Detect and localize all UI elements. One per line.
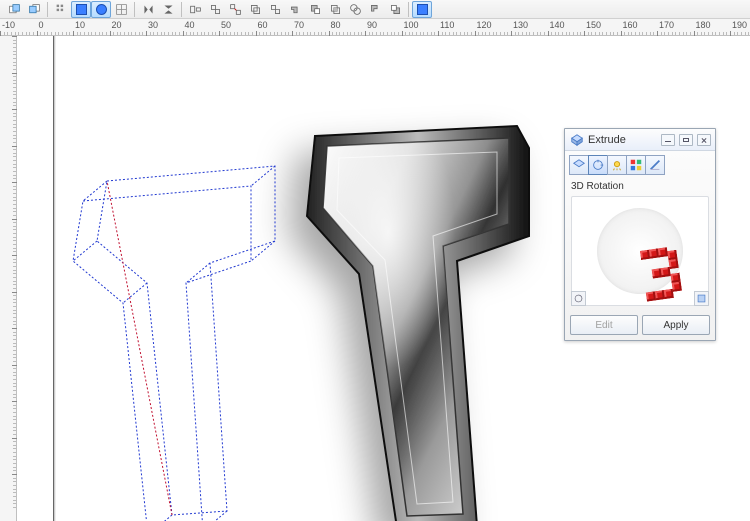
extrude-icon — [569, 132, 584, 147]
intersect-button[interactable] — [325, 1, 345, 18]
ungroup-button[interactable] — [225, 1, 245, 18]
extrude-camera-tab[interactable] — [569, 155, 589, 175]
flip-v-button[interactable] — [158, 1, 178, 18]
docker-expand-button[interactable] — [679, 134, 693, 146]
apply-button[interactable]: Apply — [642, 315, 710, 335]
combine-button[interactable] — [245, 1, 265, 18]
wireframe-seven-object[interactable] — [37, 131, 317, 521]
drawing-canvas[interactable]: Extrude 3D Rotation — [17, 36, 750, 521]
simplify-button[interactable] — [345, 1, 365, 18]
extrude-light-tab[interactable] — [607, 155, 627, 175]
extrude-rotation-tab[interactable] — [588, 155, 608, 175]
horizontal-ruler[interactable]: -100102030405060708090100110120130140150… — [0, 19, 750, 36]
snap-object-button[interactable] — [71, 1, 91, 18]
group-button[interactable] — [205, 1, 225, 18]
flip-h-button[interactable] — [138, 1, 158, 18]
square-icon — [417, 4, 428, 15]
snap-circle-button[interactable] — [91, 1, 111, 18]
circle-icon — [96, 4, 107, 15]
rotation-reset-button[interactable] — [694, 291, 709, 306]
docker-tabs — [565, 151, 715, 175]
toolbar-separator — [47, 2, 48, 17]
docker-minimize-button[interactable] — [661, 134, 675, 146]
toolbar-separator — [408, 2, 409, 17]
weld-button[interactable] — [285, 1, 305, 18]
options-button[interactable] — [412, 1, 432, 18]
extrude-docker: Extrude 3D Rotation — [564, 128, 716, 341]
trim-button[interactable] — [305, 1, 325, 18]
vertical-ruler[interactable] — [0, 36, 17, 521]
front-minus-button[interactable] — [365, 1, 385, 18]
snap-grid-button[interactable] — [51, 1, 71, 18]
back-minus-button[interactable] — [385, 1, 405, 18]
to-back-button[interactable] — [24, 1, 44, 18]
square-icon — [76, 4, 87, 15]
extrude-bevel-tab[interactable] — [645, 155, 665, 175]
toolbar-separator — [134, 2, 135, 17]
break-button[interactable] — [265, 1, 285, 18]
section-label: 3D Rotation — [565, 175, 715, 194]
toolbar-separator — [181, 2, 182, 17]
property-toolbar — [0, 0, 750, 19]
edit-button[interactable]: Edit — [570, 315, 638, 335]
extrude-color-tab[interactable] — [626, 155, 646, 175]
docker-title-text: Extrude — [588, 134, 661, 146]
snap-grid2-button[interactable] — [111, 1, 131, 18]
rotation-values-button[interactable] — [571, 291, 586, 306]
align-button[interactable] — [185, 1, 205, 18]
rotation-preview[interactable] — [571, 196, 709, 306]
docker-titlebar[interactable]: Extrude — [565, 129, 715, 151]
to-front-button[interactable] — [4, 1, 24, 18]
rotation-trackball[interactable] — [597, 208, 683, 294]
docker-close-button[interactable] — [697, 134, 711, 146]
